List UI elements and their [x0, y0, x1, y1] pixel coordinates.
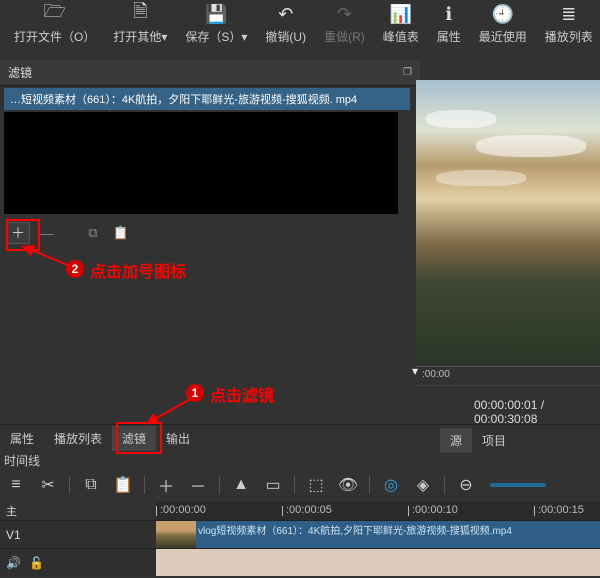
filter-source-name[interactable]: …短视频素材（661）：4K航拍，夕阳下耶鲜光-旅游视频-搜狐视频. mp4 — [4, 88, 410, 110]
copy-filter-button[interactable]: ⧉ — [82, 223, 104, 243]
tab-project[interactable]: 项目 — [472, 428, 516, 453]
tl-cut-button[interactable]: ✂ — [36, 474, 60, 496]
tl-lift-button[interactable]: ▲ — [229, 474, 253, 496]
playhead-icon[interactable]: ▾ — [412, 364, 418, 378]
meter-icon: 📊 — [390, 2, 412, 26]
tl-add-button[interactable]: ＋ — [154, 474, 178, 496]
timeline-toolbar: ≡ ✂ ⧉ 📋 ＋ － ▲ ▭ ⬚ 👁 ◎ ◈ ⊖ — [0, 470, 600, 500]
save-icon: 💾 — [205, 2, 227, 26]
properties-button[interactable]: ℹ属性 — [437, 2, 461, 60]
ruler-tick: :00:00:15 — [538, 504, 584, 516]
tab-output[interactable]: 输出 — [156, 426, 200, 451]
annotation-badge-2: 2 — [66, 260, 84, 278]
tl-snap-button[interactable]: ⬚ — [304, 474, 328, 496]
file-add-icon: 🗎 — [133, 2, 147, 26]
timecode-display: 00:00:00:01 / 00:00:30:08 — [474, 398, 600, 426]
tl-ripple-button[interactable]: ◎ — [379, 474, 403, 496]
recent-button[interactable]: 🕘最近使用 — [479, 2, 527, 60]
track-v1-lane[interactable]: vlog短视频素材（661）：4K航拍,夕阳下耶鲜光-旅游视频-搜狐视频.mp4 — [156, 520, 600, 548]
clip-thumbnail — [156, 521, 196, 548]
tl-scrub-button[interactable]: 👁 — [336, 474, 360, 496]
tab-filter[interactable]: 滤镜 — [112, 426, 156, 451]
panel-popout-icon[interactable]: ❐ — [403, 67, 412, 78]
save-button[interactable]: 💾保存（S）▾ — [185, 2, 247, 60]
scrub-start-time: :00:00 — [422, 369, 450, 380]
tab-source[interactable]: 源 — [440, 428, 472, 453]
tl-paste-button[interactable]: 📋 — [111, 474, 135, 496]
video-preview[interactable] — [416, 80, 600, 362]
filter-panel-label: 滤镜 — [8, 64, 32, 81]
preview-scrub-bar[interactable]: ▾ :00:00 — [416, 366, 600, 386]
add-filter-button[interactable]: ＋ — [6, 222, 30, 244]
annotation-badge-1: 1 — [186, 384, 204, 402]
peak-meter-button[interactable]: 📊峰值表 — [383, 2, 419, 60]
track-a1: 🔊 🔓 — [0, 548, 600, 576]
track-v1-header[interactable]: V1 — [0, 520, 156, 548]
open-file-button[interactable]: 🗁打开文件（O） — [14, 2, 95, 60]
timeline-label: 时间线 — [4, 452, 40, 469]
master-track-label: 主 — [0, 502, 156, 520]
tl-overwrite-button[interactable]: ▭ — [261, 474, 285, 496]
folder-open-icon: 🗁 — [44, 2, 66, 26]
history-icon: 🕘 — [492, 2, 514, 26]
tl-menu-button[interactable]: ≡ — [4, 474, 28, 496]
list-icon: ≣ — [561, 2, 576, 26]
tl-remove-button[interactable]: － — [186, 474, 210, 496]
filter-list-area — [4, 112, 398, 214]
tl-zoom-slider[interactable] — [490, 483, 546, 487]
redo-icon: ↷ — [337, 2, 352, 26]
paste-filter-button[interactable]: 📋 — [110, 223, 132, 243]
tl-zoom-out-button[interactable]: ⊖ — [454, 474, 478, 496]
source-tabs: 源 项目 — [440, 428, 516, 453]
open-other-button[interactable]: 🗎打开其他▾ — [113, 2, 167, 60]
tab-playlist[interactable]: 播放列表 — [44, 426, 112, 451]
info-icon: ℹ — [445, 2, 452, 26]
redo-button[interactable]: ↷重做(R) — [324, 2, 365, 60]
ruler-tick: :00:00:10 — [412, 504, 458, 516]
undo-icon: ↶ — [278, 2, 293, 26]
clip-name: vlog短视频素材（661）：4K航拍,夕阳下耶鲜光-旅游视频-搜狐视频.mp4 — [198, 522, 600, 537]
main-toolbar: 🗁打开文件（O） 🗎打开其他▾ 💾保存（S）▾ ↶撤销(U) ↷重做(R) 📊峰… — [0, 0, 600, 60]
current-time[interactable]: 00:00:00:01 — [474, 398, 537, 412]
track-a1-header[interactable]: 🔊 🔓 — [0, 548, 156, 576]
remove-filter-button[interactable]: — — [36, 223, 58, 243]
timeline-ruler[interactable]: 主 :00:00:00 :00:00:05 :00:00:10 :00:00:1… — [0, 502, 600, 520]
lock-icon[interactable]: 🔓 — [29, 556, 44, 570]
playlist-button[interactable]: ≣播放列表 — [545, 2, 593, 60]
tl-marker-button[interactable]: ◈ — [411, 474, 435, 496]
tl-copy-button[interactable]: ⧉ — [79, 474, 103, 496]
timeline-clip[interactable]: vlog短视频素材（661）：4K航拍,夕阳下耶鲜光-旅游视频-搜狐视频.mp4 — [156, 521, 600, 548]
ruler-tick: :00:00:05 — [286, 504, 332, 516]
speaker-icon[interactable]: 🔊 — [6, 556, 21, 570]
tab-properties[interactable]: 属性 — [0, 426, 44, 451]
annotation-text-2: 点击加号图标 — [90, 258, 186, 282]
filter-panel-title: 滤镜 ❐ — [0, 60, 420, 86]
annotation-text-1: 点击滤镜 — [210, 382, 274, 406]
track-v1: V1 vlog短视频素材（661）：4K航拍,夕阳下耶鲜光-旅游视频-搜狐视频.… — [0, 520, 600, 548]
undo-button[interactable]: ↶撤销(U) — [265, 2, 306, 60]
ruler-tick: :00:00:00 — [160, 504, 206, 516]
track-a1-lane[interactable] — [156, 548, 600, 576]
